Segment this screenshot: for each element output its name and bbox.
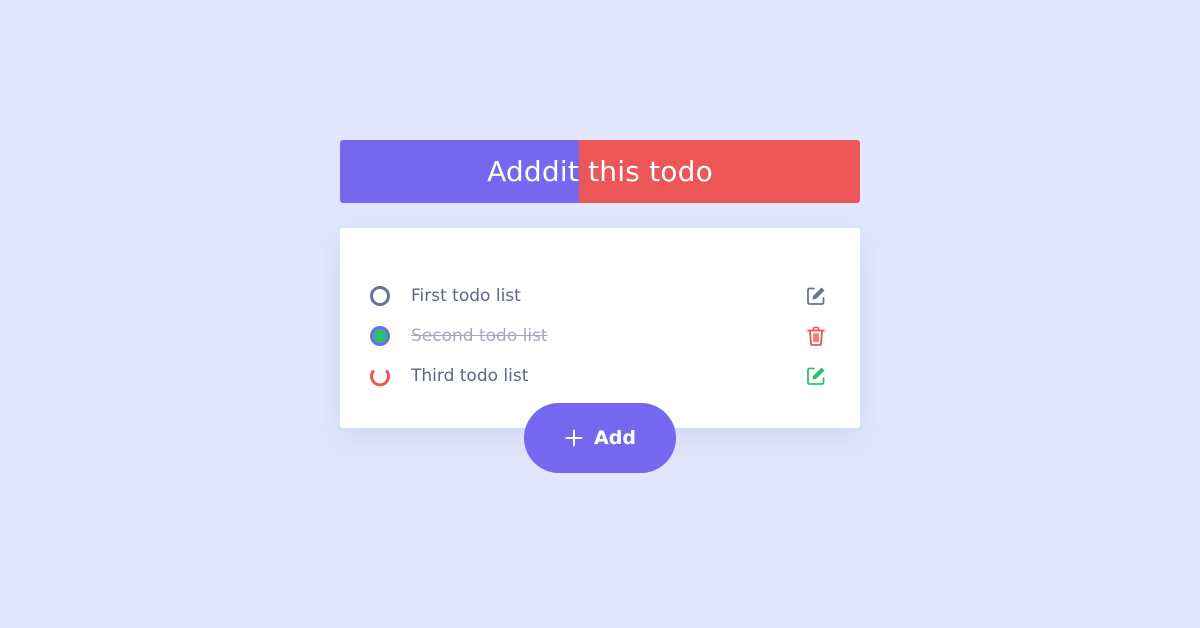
todo-card: First todo list Second todo list Third t… <box>340 228 860 428</box>
header-title-add: Add <box>487 155 542 188</box>
todo-item: Second todo list <box>368 316 828 356</box>
loading-spinner-icon[interactable] <box>368 364 392 388</box>
plus-icon <box>564 428 584 448</box>
todo-list: First todo list Second todo list Third t… <box>368 276 828 396</box>
trash-icon[interactable] <box>804 324 828 348</box>
header-title-edit: dit this todo <box>541 155 713 188</box>
todo-label: First todo list <box>411 286 521 306</box>
edit-icon[interactable] <box>804 284 828 308</box>
completed-check-icon[interactable] <box>368 324 392 348</box>
todo-label: Second todo list <box>411 326 548 346</box>
todo-item: First todo list <box>368 276 828 316</box>
add-todo-button[interactable]: Add <box>524 403 676 473</box>
todo-header-bar: Add dit this todo <box>340 140 860 203</box>
edit-icon[interactable] <box>804 364 828 388</box>
todo-label: Third todo list <box>411 366 529 386</box>
add-button-label: Add <box>594 427 636 449</box>
header-title: Add dit this todo <box>340 140 860 203</box>
app-stage: Add dit this todo First todo list Second… <box>0 0 1200 628</box>
unchecked-circle-icon[interactable] <box>368 284 392 308</box>
todo-item: Third todo list <box>368 356 828 396</box>
